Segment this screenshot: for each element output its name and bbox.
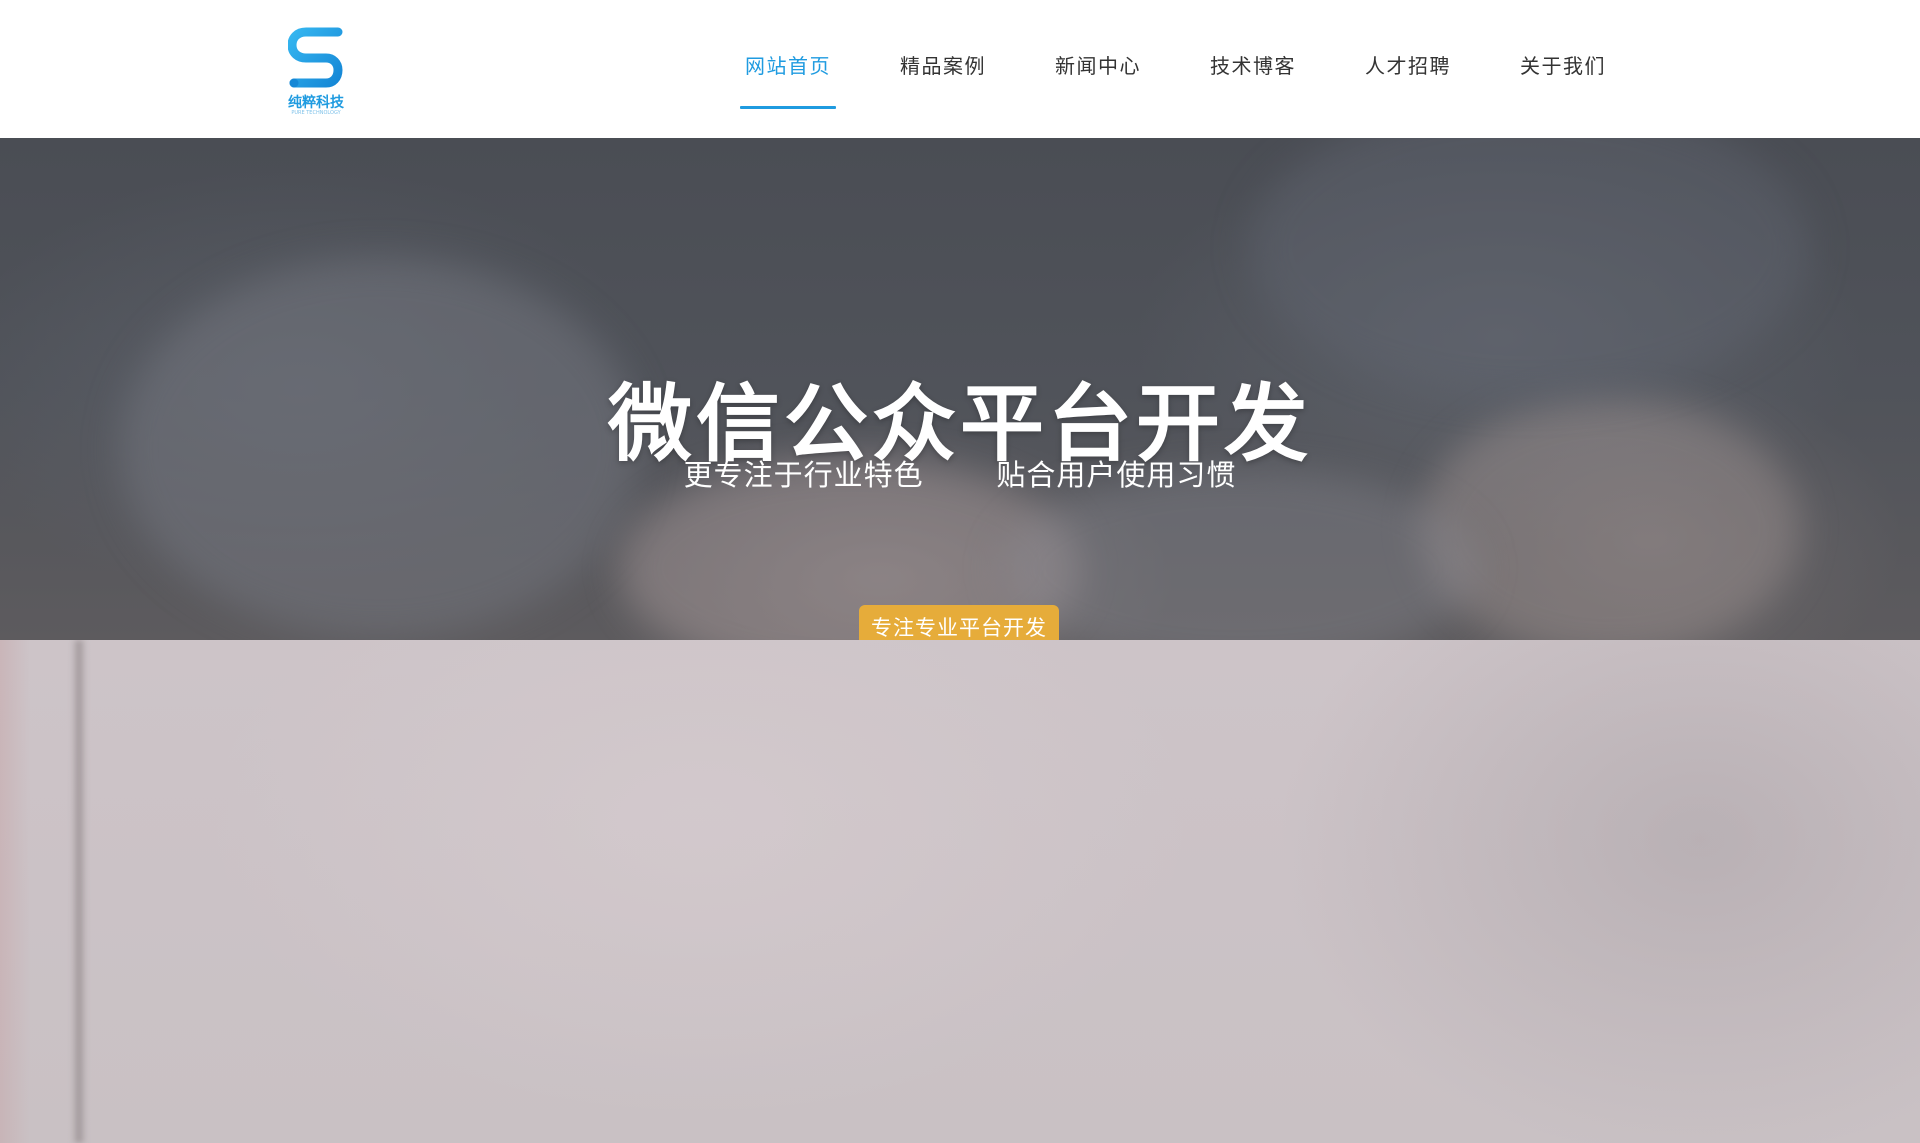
nav-active-underline	[740, 106, 836, 109]
nav-label: 精品案例	[900, 53, 986, 78]
nav-label: 网站首页	[745, 53, 831, 78]
logo-s-icon	[288, 27, 343, 88]
nav-item-blog[interactable]: 技术博客	[1205, 0, 1301, 138]
logo[interactable]: 纯粹科技 PURE TECHNOLOGY	[286, 26, 346, 116]
nav-label: 关于我们	[1520, 53, 1606, 78]
logo-name: 纯粹科技	[288, 95, 344, 111]
nav-item-home[interactable]: 网站首页	[740, 0, 836, 138]
site-header: 纯粹科技 PURE TECHNOLOGY 网站首页 精品案例 新闻中心 技术博客…	[0, 0, 1920, 138]
main-nav: 网站首页 精品案例 新闻中心 技术博客 人才招聘 关于我们	[740, 0, 1611, 138]
lower-banner	[0, 640, 1920, 1143]
hero-cta-button[interactable]: 专注专业平台开发	[859, 605, 1059, 640]
nav-item-news[interactable]: 新闻中心	[1050, 0, 1146, 138]
hero-banner: 微信公众平台开发 更专注于行业特色 贴合用户使用习惯 专注专业平台开发	[0, 138, 1920, 640]
lower-bg-pole	[72, 640, 86, 1143]
lower-bg-edge	[0, 640, 30, 1143]
nav-item-careers[interactable]: 人才招聘	[1360, 0, 1456, 138]
nav-label: 技术博客	[1210, 53, 1296, 78]
hero-subtitle: 更专注于行业特色 贴合用户使用习惯	[683, 458, 1237, 492]
hero-bg-shape	[1250, 138, 1810, 398]
nav-item-cases[interactable]: 精品案例	[895, 0, 991, 138]
logo-tagline: PURE TECHNOLOGY	[291, 110, 341, 116]
nav-label: 新闻中心	[1055, 53, 1141, 78]
nav-label: 人才招聘	[1365, 53, 1451, 78]
nav-item-about[interactable]: 关于我们	[1515, 0, 1611, 138]
